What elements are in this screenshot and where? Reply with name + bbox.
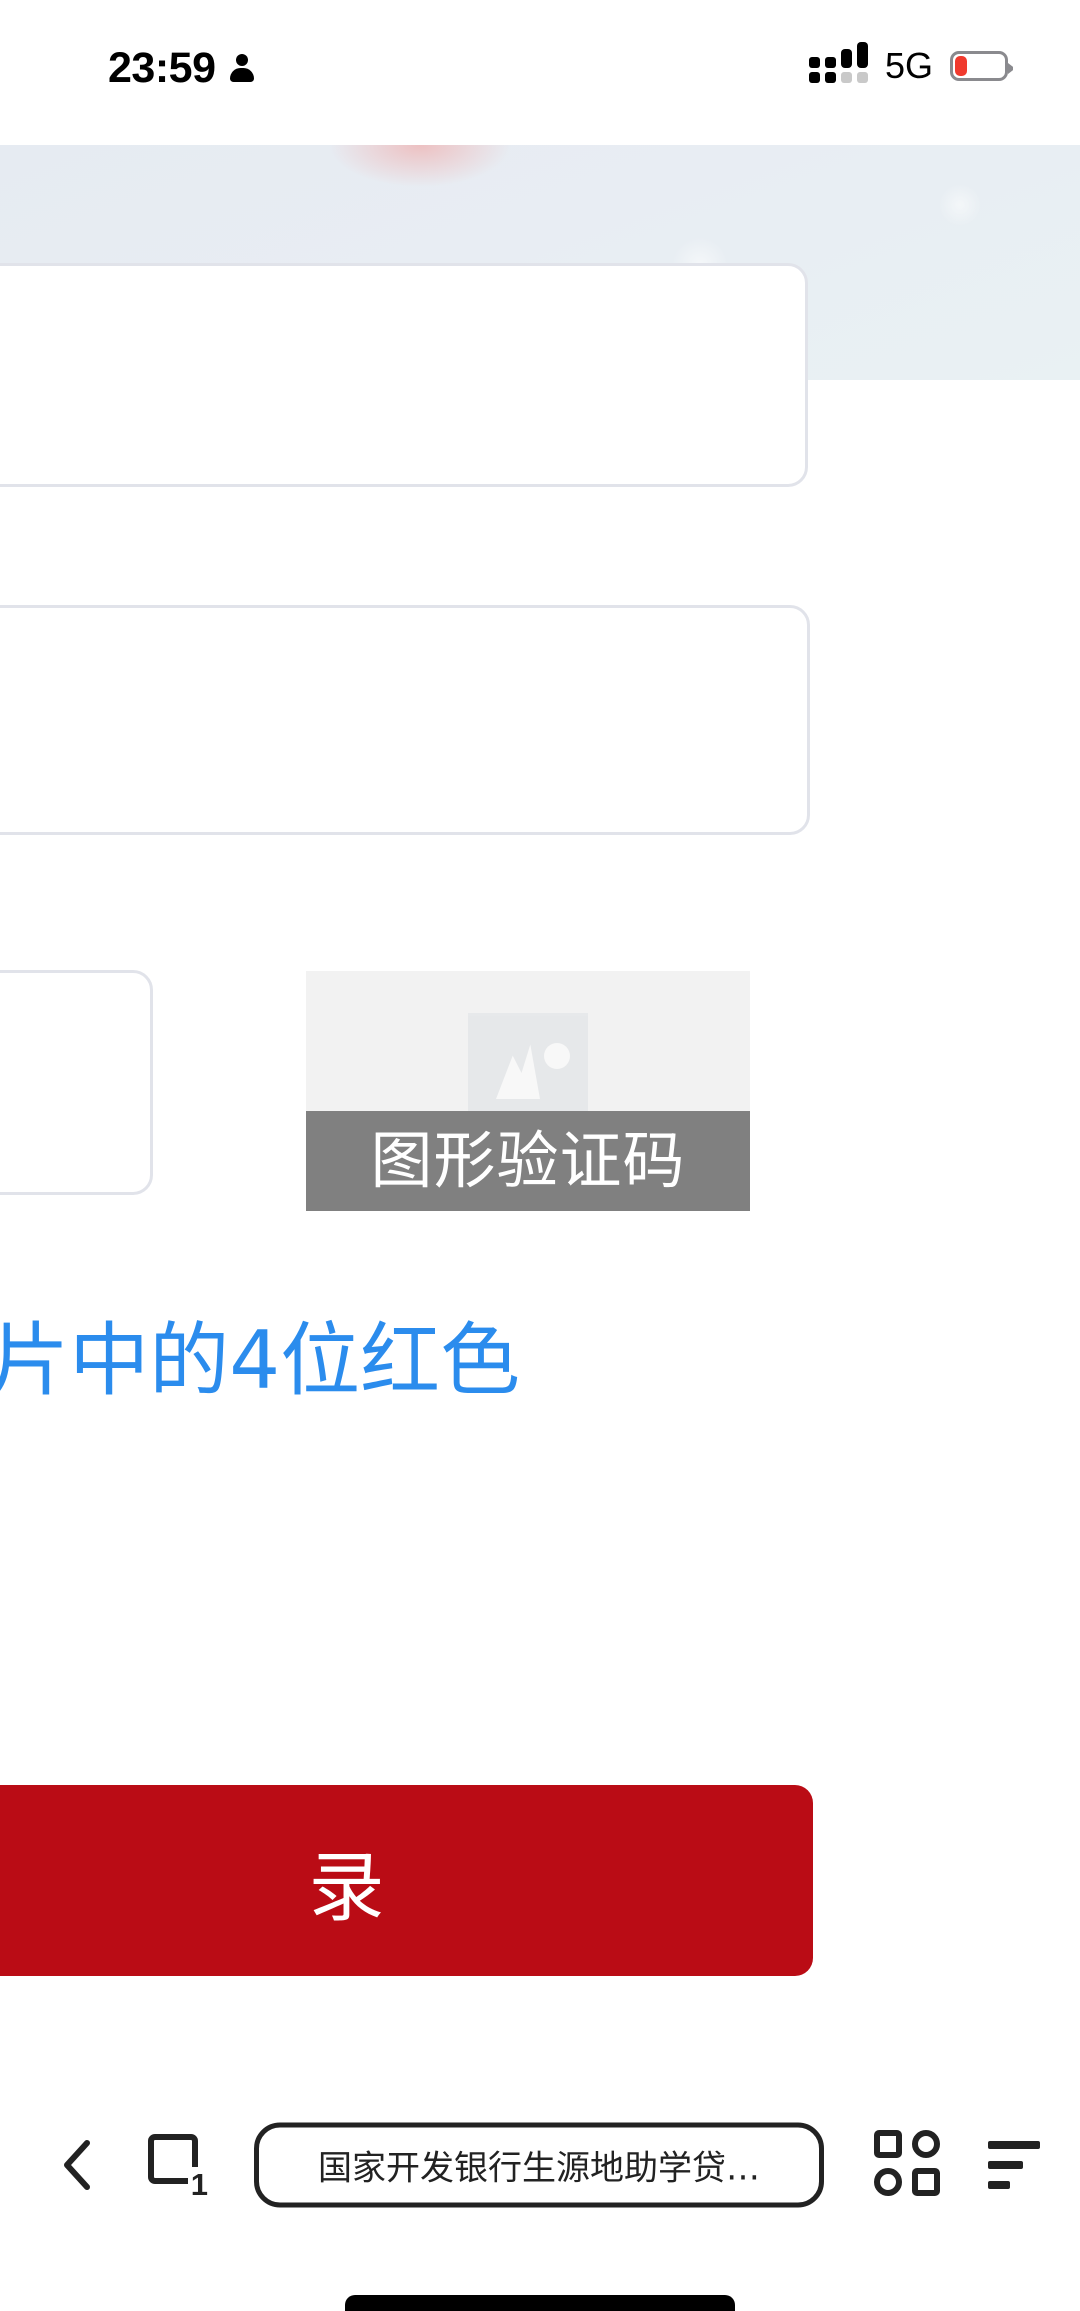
- password-input[interactable]: [0, 605, 810, 835]
- username-input[interactable]: [0, 263, 808, 487]
- captcha-alt-text: 图形验证码: [370, 1124, 686, 1197]
- status-bar: 23:59 5G: [0, 0, 1080, 145]
- captcha-input[interactable]: [0, 970, 153, 1195]
- web-page-content: 图形验证码 ]片中的4位红色 录: [0, 145, 1080, 2090]
- home-indicator[interactable]: [345, 2295, 735, 2311]
- signal-bars-icon: [808, 42, 868, 83]
- captcha-hint-text: ]片中的4位红色: [0, 1314, 521, 1407]
- url-title-text: 国家开发银行生源地助学贷…: [318, 2148, 760, 2189]
- person-icon: [229, 53, 255, 84]
- status-bar-left: 23:59: [108, 47, 255, 90]
- status-bar-right: 5G: [808, 42, 1008, 86]
- broken-image-icon: [468, 1013, 588, 1123]
- browser-bottom-bar: 1 国家开发银行生源地助学贷…: [0, 2090, 1080, 2240]
- network-label: 5G: [884, 45, 933, 86]
- tab-count-icon[interactable]: 1: [148, 2134, 211, 2200]
- apps-grid-icon[interactable]: [874, 2130, 944, 2200]
- tab-count-label: 1: [187, 2167, 211, 2200]
- url-title-pill[interactable]: 国家开发银行生源地助学贷…: [254, 2122, 824, 2208]
- battery-low-icon: [950, 51, 1008, 81]
- chevron-left-icon[interactable]: [50, 2138, 104, 2192]
- login-submit-button[interactable]: 录: [0, 1785, 813, 1976]
- captcha-alt-band: 图形验证码: [306, 1111, 750, 1211]
- status-time: 23:59: [108, 44, 216, 92]
- home-indicator-area: [0, 2240, 1080, 2311]
- menu-lines-icon[interactable]: [988, 2141, 1040, 2189]
- captcha-image[interactable]: 图形验证码: [306, 971, 750, 1211]
